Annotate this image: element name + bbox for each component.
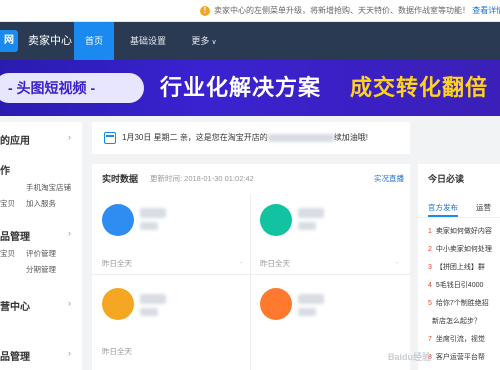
calendar-icon <box>104 132 116 144</box>
blurred-label <box>298 308 316 316</box>
sidebar-link-join-service[interactable]: 加入服务 <box>26 198 56 209</box>
news-item[interactable]: 1 卖家如何做好内容 <box>428 226 492 236</box>
sidebar-heading-product-mgmt[interactable]: 品管理 <box>0 228 30 243</box>
conversion-icon <box>260 288 292 320</box>
yesterday-label: 昨日全天 <box>102 347 132 356</box>
blurred-value <box>298 294 324 304</box>
sidebar-link-mobile-shop[interactable]: 手机淘宝店铺 <box>26 182 71 193</box>
promo-banner[interactable]: - 头图短视频 - 行业化解决方案 成交转化翻倍 <box>0 60 500 116</box>
divider <box>418 217 500 218</box>
update-time: 更新时间: 2018-01-30 01:02:42 <box>150 174 254 183</box>
yesterday-label: 昨日全天 <box>260 259 290 268</box>
blurred-label <box>140 222 158 230</box>
nav-basic-settings[interactable]: 基础设置 <box>120 22 176 60</box>
sidebar-heading-goods-mgmt[interactable]: 品管理 <box>0 348 30 363</box>
blurred-value <box>140 294 166 304</box>
nav-home[interactable]: 首页 <box>74 22 114 60</box>
blurred-label <box>298 222 316 230</box>
today-title: 今日必读 <box>428 174 465 184</box>
news-item[interactable]: 3 【拼团上线】群 <box>428 262 485 272</box>
notice-bar: ! 卖家中心的左侧菜单升级，将新增抢购、天天特价、数据作战室等功能！ 查看详情 <box>0 0 500 22</box>
chevron-right-icon[interactable]: › <box>68 228 71 238</box>
banner-highlight: 成交转化翻倍 <box>350 75 489 100</box>
site-title[interactable]: 卖家中心 <box>28 22 72 60</box>
news-item[interactable]: 4 5毛钱日引4000 <box>428 280 483 290</box>
greeting-suffix: 续加油哦! <box>333 133 369 142</box>
news-item[interactable]: 7 坐席引流，视觉 <box>428 334 485 344</box>
sidebar: 的应用 › 作 手机淘宝店铺 宝贝 加入服务 品管理 › 宝贝 评价管理 分期管… <box>0 122 82 370</box>
blurred-value <box>298 208 324 218</box>
chevron-down-icon: ∨ <box>211 39 217 46</box>
notice-detail-link[interactable]: 查看详情 <box>472 6 500 15</box>
chevron-right-icon[interactable]: › <box>68 348 71 358</box>
top-nav: 网 卖家中心 首页 基础设置 更多 ∨ <box>0 22 500 60</box>
warning-icon: ! <box>200 6 210 16</box>
banner-headline: 行业化解决方案 <box>160 75 322 100</box>
news-item[interactable]: 8 客户运营平台帮 <box>428 352 485 362</box>
visitors-icon <box>102 204 134 236</box>
chevron-right-icon[interactable]: › <box>68 298 71 308</box>
yesterday-value: - <box>396 258 399 267</box>
notice-text: 卖家中心的左侧菜单升级，将新增抢购、天天特价、数据作战室等功能！ <box>214 6 470 15</box>
notice-text-wrap: 卖家中心的左侧菜单升级，将新增抢购、天天特价、数据作战室等功能！ 查看详情 <box>214 0 500 21</box>
sidebar-heading-my-apps[interactable]: 的应用 <box>0 132 30 147</box>
divider <box>92 274 410 275</box>
nav-more[interactable]: 更多 ∨ <box>182 22 226 60</box>
greeting-text: 亲，这是您在淘宝开店的 <box>179 133 268 142</box>
blurred-value <box>140 208 166 218</box>
yesterday-value: - <box>240 258 243 267</box>
sidebar-link-installment-mgmt[interactable]: 分期管理 <box>26 264 56 275</box>
news-item[interactable]: 5 给你7个制胜绝招 <box>428 298 489 308</box>
tab-official[interactable]: 官方发布 <box>428 202 458 213</box>
blurred-label <box>140 308 158 316</box>
sidebar-link-item[interactable]: 宝贝 <box>0 198 15 209</box>
tab-operations[interactable]: 运营 <box>476 202 491 213</box>
realtime-data-panel: 实时数据 更新时间: 2018-01-30 01:02:42 实况直播 昨日全天… <box>92 164 410 370</box>
today-must-read-panel: 今日必读 官方发布 运营 1 卖家如何做好内容 2 中小卖家如何处理 3 【拼团上线】… <box>418 164 500 370</box>
current-date: 1月30日 星期二 <box>122 133 178 142</box>
nav-home-label: 首页 <box>84 36 103 46</box>
live-link[interactable]: 实况直播 <box>374 173 404 184</box>
banner-video-label: - 头图短视频 - <box>0 73 144 103</box>
chevron-right-icon[interactable]: › <box>68 132 71 142</box>
seller-center-page: ! 卖家中心的左侧菜单升级，将新增抢购、天天特价、数据作战室等功能！ 查看详情 … <box>0 0 500 370</box>
divider <box>250 194 251 370</box>
realtime-title: 实时数据 <box>102 174 139 184</box>
sidebar-link-review-mgmt[interactable]: 评价管理 <box>26 248 56 259</box>
sidebar-heading-marketing-center[interactable]: 营中心 <box>0 298 30 313</box>
sidebar-heading-operations[interactable]: 作 <box>0 162 10 177</box>
nav-more-label: 更多 <box>191 36 210 46</box>
sidebar-link-item[interactable]: 宝贝 <box>0 248 15 259</box>
date-greeting-bar: 1月30日 星期二 亲，这是您在淘宝开店的 续加油哦! <box>92 122 410 154</box>
news-item[interactable]: 新店怎么起步？ <box>428 316 481 326</box>
news-item[interactable]: 2 中小卖家如何处理 <box>428 244 492 254</box>
yesterday-label: 昨日全天 <box>102 259 132 268</box>
nav-basic-settings-label: 基础设置 <box>129 36 166 46</box>
watermark: Baidu经验 <box>388 352 432 362</box>
date-greeting: 1月30日 星期二 亲，这是您在淘宝开店的 续加油哦! <box>122 122 368 154</box>
logo[interactable]: 网 <box>0 30 18 52</box>
blurred-days <box>267 133 334 142</box>
payment-icon <box>102 288 134 320</box>
orders-icon <box>260 204 292 236</box>
